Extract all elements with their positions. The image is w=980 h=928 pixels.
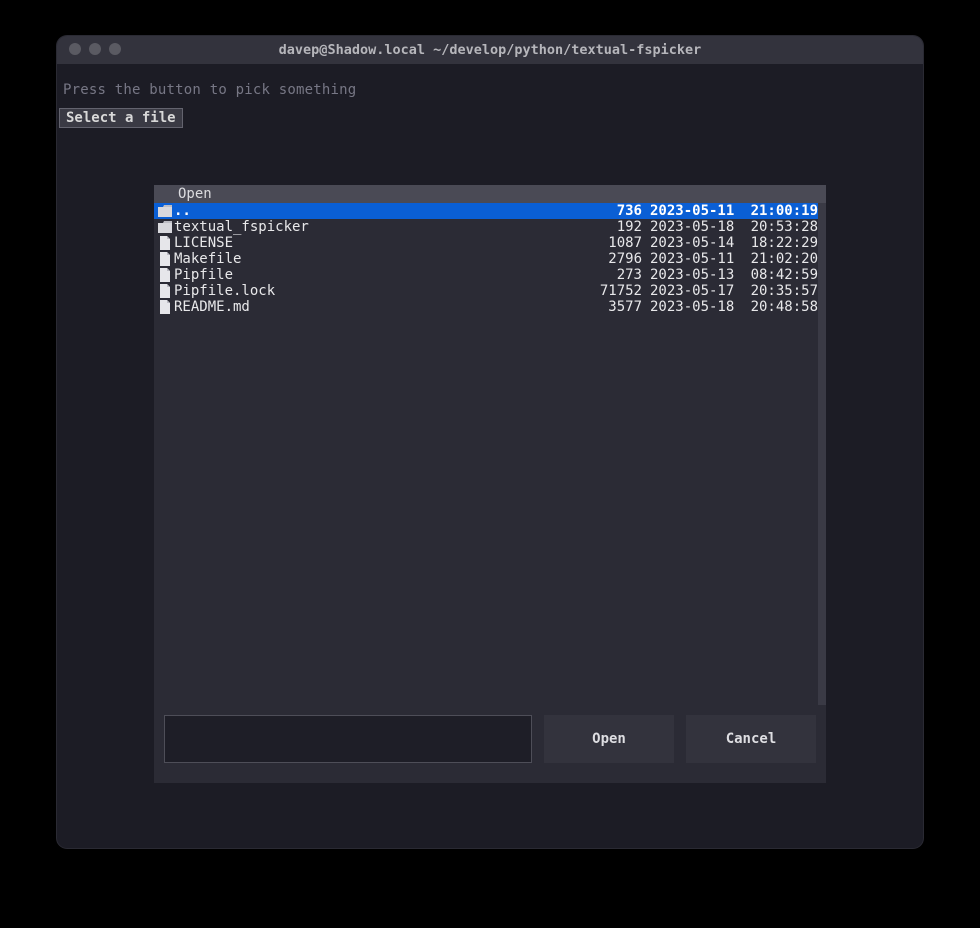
file-icon bbox=[156, 300, 174, 314]
window-titlebar: davep@Shadow.local ~/develop/python/text… bbox=[57, 36, 923, 64]
file-date: 2023-05-17 bbox=[650, 283, 742, 299]
file-row[interactable]: textual_fspicker1922023-05-1820:53:28 bbox=[154, 219, 826, 235]
file-list-scrollbar[interactable] bbox=[818, 203, 826, 705]
minimize-window-icon[interactable] bbox=[89, 43, 101, 55]
open-button[interactable]: Open bbox=[544, 715, 674, 763]
file-time: 18:22:29 bbox=[742, 235, 818, 251]
file-row[interactable]: LICENSE10872023-05-1418:22:29 bbox=[154, 235, 826, 251]
file-icon bbox=[156, 252, 174, 266]
zoom-window-icon[interactable] bbox=[109, 43, 121, 55]
file-size: 3577 bbox=[590, 299, 650, 315]
window-traffic-lights bbox=[69, 43, 121, 55]
prompt-text: Press the button to pick something bbox=[57, 64, 923, 108]
file-row[interactable]: README.md35772023-05-1820:48:58 bbox=[154, 299, 826, 315]
file-name: README.md bbox=[174, 299, 590, 315]
file-time: 20:35:57 bbox=[742, 283, 818, 299]
file-size: 1087 bbox=[590, 235, 650, 251]
filename-input[interactable] bbox=[164, 715, 532, 763]
file-date: 2023-05-11 bbox=[650, 251, 742, 267]
file-time: 20:53:28 bbox=[742, 219, 818, 235]
file-row[interactable]: Pipfile.lock717522023-05-1720:35:57 bbox=[154, 283, 826, 299]
file-icon bbox=[156, 236, 174, 250]
folder-icon bbox=[156, 205, 174, 217]
file-size: 192 bbox=[590, 219, 650, 235]
file-name: .. bbox=[174, 203, 590, 219]
open-file-dialog: Open ..7362023-05-1121:00:19textual_fspi… bbox=[154, 185, 826, 783]
terminal-window: davep@Shadow.local ~/develop/python/text… bbox=[57, 36, 923, 848]
file-row[interactable]: Makefile27962023-05-1121:02:20 bbox=[154, 251, 826, 267]
file-row[interactable]: Pipfile2732023-05-1308:42:59 bbox=[154, 267, 826, 283]
file-icon bbox=[156, 268, 174, 282]
close-window-icon[interactable] bbox=[69, 43, 81, 55]
app-body: Press the button to pick something Selec… bbox=[57, 64, 923, 128]
file-name: Pipfile bbox=[174, 267, 590, 283]
window-title: davep@Shadow.local ~/develop/python/text… bbox=[57, 42, 923, 58]
file-name: Makefile bbox=[174, 251, 590, 267]
file-time: 21:00:19 bbox=[742, 203, 818, 219]
file-row[interactable]: ..7362023-05-1121:00:19 bbox=[154, 203, 826, 219]
file-size: 736 bbox=[590, 203, 650, 219]
select-row: Select a file bbox=[57, 108, 923, 128]
select-file-button[interactable]: Select a file bbox=[59, 108, 183, 128]
dialog-title: Open bbox=[154, 185, 826, 203]
file-date: 2023-05-11 bbox=[650, 203, 742, 219]
folder-icon bbox=[156, 221, 174, 233]
file-icon bbox=[156, 284, 174, 298]
file-name: textual_fspicker bbox=[174, 219, 590, 235]
file-time: 21:02:20 bbox=[742, 251, 818, 267]
file-list[interactable]: ..7362023-05-1121:00:19textual_fspicker1… bbox=[154, 203, 826, 705]
file-size: 2796 bbox=[590, 251, 650, 267]
file-name: LICENSE bbox=[174, 235, 590, 251]
file-size: 273 bbox=[590, 267, 650, 283]
file-size: 71752 bbox=[590, 283, 650, 299]
file-time: 08:42:59 bbox=[742, 267, 818, 283]
file-date: 2023-05-18 bbox=[650, 219, 742, 235]
file-date: 2023-05-18 bbox=[650, 299, 742, 315]
file-name: Pipfile.lock bbox=[174, 283, 590, 299]
file-date: 2023-05-13 bbox=[650, 267, 742, 283]
cancel-button[interactable]: Cancel bbox=[686, 715, 816, 763]
file-date: 2023-05-14 bbox=[650, 235, 742, 251]
dialog-button-row: Open Cancel bbox=[154, 705, 826, 783]
file-time: 20:48:58 bbox=[742, 299, 818, 315]
